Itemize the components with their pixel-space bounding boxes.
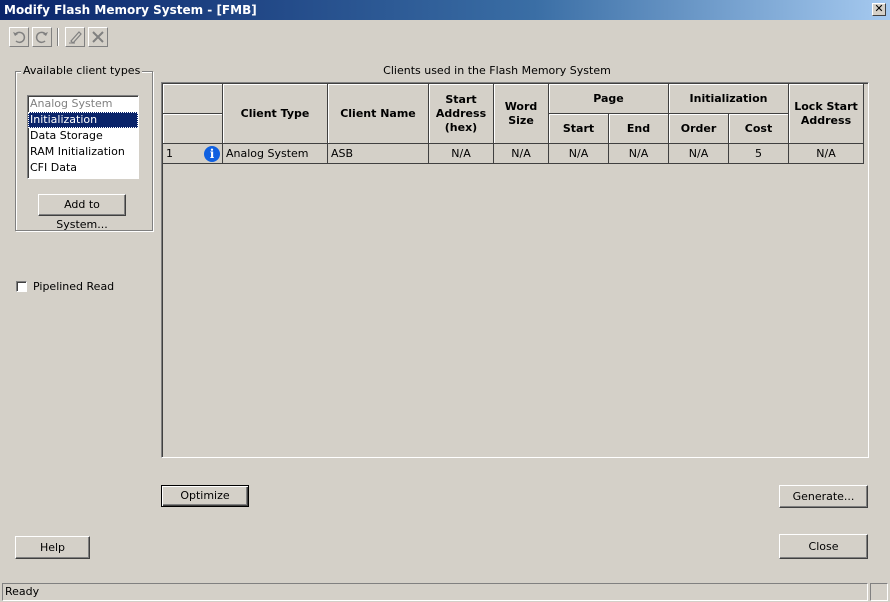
- list-item-analog-system[interactable]: Analog System: [28, 96, 138, 112]
- column-header-client-name[interactable]: Client Name: [328, 84, 429, 144]
- column-header-init-order[interactable]: Order: [669, 114, 729, 144]
- column-header-page-end[interactable]: End: [609, 114, 669, 144]
- cell-client-type[interactable]: Analog System: [223, 144, 328, 164]
- optimize-button[interactable]: Optimize: [161, 485, 249, 507]
- pipelined-read-checkbox[interactable]: [16, 281, 27, 292]
- corner-header-bottom: [163, 114, 223, 144]
- column-header-page-start[interactable]: Start: [549, 114, 609, 144]
- list-item-data-storage[interactable]: Data Storage: [28, 128, 138, 144]
- undo-button[interactable]: [9, 27, 29, 47]
- column-header-client-type[interactable]: Client Type: [223, 84, 328, 144]
- cell-page-start[interactable]: N/A: [549, 144, 609, 164]
- clients-grid[interactable]: Client Type Client Name Start Address (h…: [161, 82, 869, 458]
- add-to-system-button[interactable]: Add to System...: [38, 194, 126, 231]
- status-bar: Ready: [0, 582, 890, 602]
- cell-client-name[interactable]: ASB: [328, 144, 429, 164]
- table-row-number[interactable]: 1 i: [163, 144, 223, 164]
- info-icon[interactable]: i: [204, 146, 220, 162]
- close-button[interactable]: Close: [779, 534, 868, 559]
- cell-word-size[interactable]: N/A: [494, 144, 549, 164]
- cell-init-order[interactable]: N/A: [669, 144, 729, 164]
- delete-button[interactable]: [88, 27, 108, 47]
- cell-lock-start-address[interactable]: N/A: [789, 144, 864, 164]
- pipelined-read-label[interactable]: Pipelined Read: [33, 280, 114, 293]
- edit-icon: [69, 31, 82, 44]
- corner-header-top: [163, 84, 223, 114]
- column-header-init-cost[interactable]: Cost: [729, 114, 789, 144]
- help-button[interactable]: Help: [15, 536, 90, 559]
- redo-button[interactable]: [32, 27, 52, 47]
- cell-start-address[interactable]: N/A: [429, 144, 494, 164]
- window-titlebar: Modify Flash Memory System - [FMB] ✕: [0, 0, 890, 20]
- cell-page-end[interactable]: N/A: [609, 144, 669, 164]
- column-group-initialization: Initialization: [669, 84, 789, 114]
- list-item-cfi-data[interactable]: CFI Data: [28, 160, 138, 176]
- column-group-page: Page: [549, 84, 669, 114]
- generate-button[interactable]: Generate...: [779, 485, 868, 508]
- list-item-ram-initialization[interactable]: RAM Initialization: [28, 144, 138, 160]
- cell-init-cost[interactable]: 5: [729, 144, 789, 164]
- client-types-listbox[interactable]: Analog System Initialization Data Storag…: [27, 95, 139, 179]
- close-window-button[interactable]: ✕: [872, 3, 886, 16]
- column-header-lock-start-address[interactable]: Lock Start Address: [789, 84, 864, 144]
- available-client-types-label: Available client types: [21, 64, 143, 77]
- column-header-word-size[interactable]: Word Size: [494, 84, 549, 144]
- list-item-initialization[interactable]: Initialization: [28, 112, 138, 128]
- toolbar-separator: [57, 28, 58, 46]
- column-header-start-address[interactable]: Start Address (hex): [429, 84, 494, 144]
- clients-grid-caption: Clients used in the Flash Memory System: [383, 64, 611, 77]
- delete-icon: [92, 31, 104, 43]
- edit-button[interactable]: [65, 27, 85, 47]
- window-title: Modify Flash Memory System - [FMB]: [4, 3, 257, 17]
- undo-icon: [13, 31, 26, 44]
- status-pane-secondary: [870, 583, 888, 601]
- close-icon: ✕: [874, 2, 884, 15]
- redo-icon: [35, 31, 48, 44]
- status-text: Ready: [2, 583, 868, 601]
